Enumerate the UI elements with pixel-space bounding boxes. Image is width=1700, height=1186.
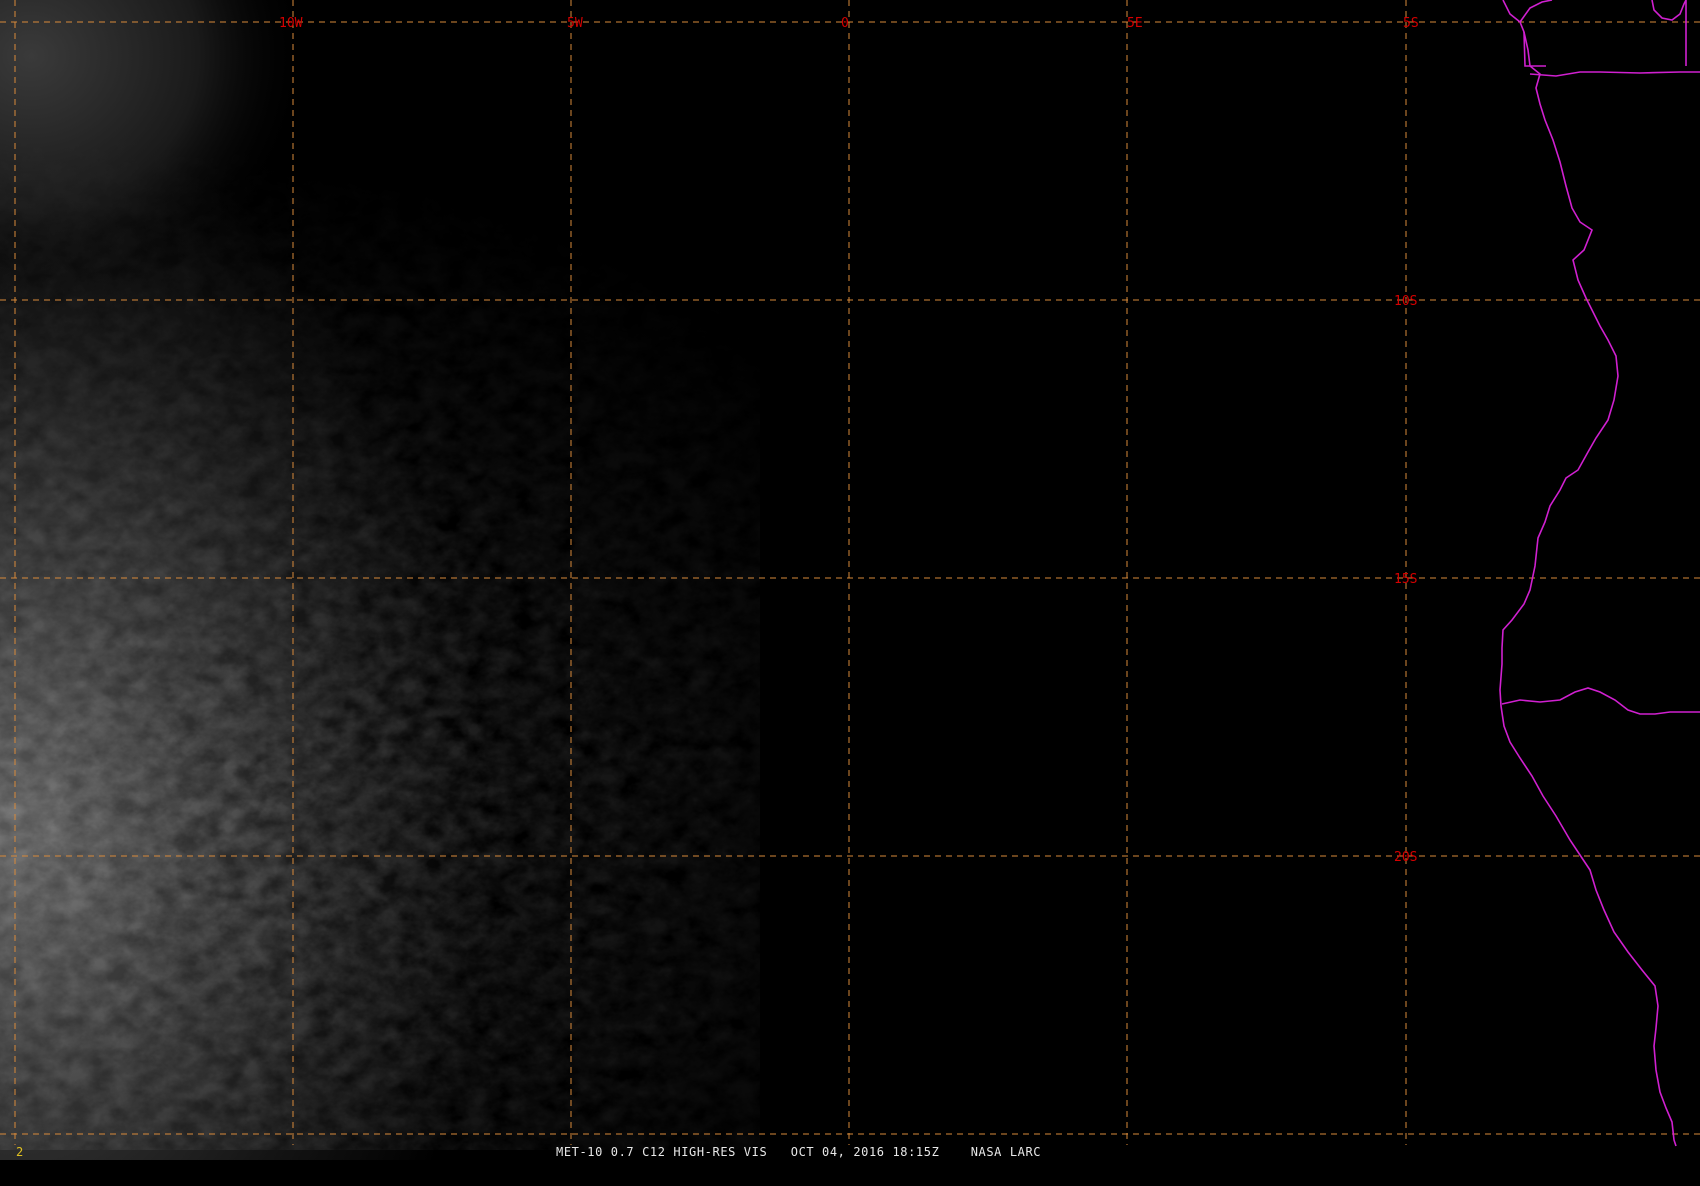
image-caption-bar: 2 MET-10 0.7 C12 HIGH-RES VIS OCT 04, 20… <box>0 1144 1700 1160</box>
longitude-label: 0 <box>841 16 849 31</box>
latitude-label: 10S <box>1394 294 1417 309</box>
image-caption: MET-10 0.7 C12 HIGH-RES VIS OCT 04, 2016… <box>556 1145 1042 1159</box>
longitude-label: 10W <box>279 16 303 31</box>
longitude-label: 5W <box>567 16 583 31</box>
latitude-label: 5S <box>1403 16 1419 31</box>
latitude-label: 20S <box>1394 850 1417 865</box>
cloud-texture <box>0 0 760 1150</box>
latitude-label: 15S <box>1394 572 1417 587</box>
frame-number: 2 <box>16 1145 24 1159</box>
satellite-map: 10W 5W 0 5E 5S 10S 15S 20S <box>0 0 1700 1160</box>
longitude-label: 5E <box>1127 16 1143 31</box>
